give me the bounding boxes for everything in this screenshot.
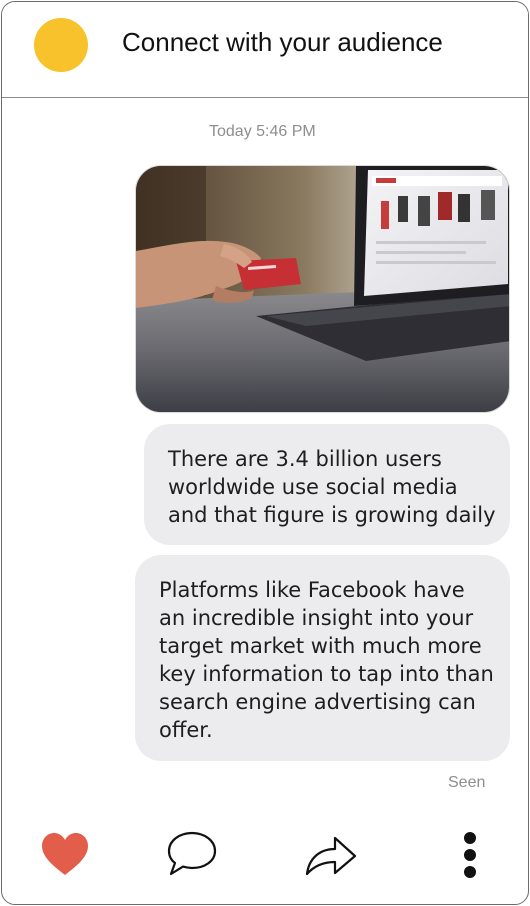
message-line: target market with much more bbox=[159, 634, 482, 658]
message-bubble[interactable]: There are 3.4 billion users worldwide us… bbox=[144, 424, 510, 545]
heart-icon bbox=[42, 833, 88, 875]
header: Connect with your audience bbox=[2, 2, 528, 98]
vertical-ellipsis-icon bbox=[464, 832, 476, 878]
message-line: and that figure is growing daily bbox=[168, 503, 496, 527]
message-bubble[interactable]: Platforms like Facebook have an incredib… bbox=[135, 555, 510, 761]
comment-button[interactable] bbox=[164, 828, 220, 880]
message-line: Platforms like Facebook have bbox=[159, 578, 465, 602]
message-line: key information to tap into than bbox=[159, 662, 494, 686]
message-line: There are 3.4 billion users bbox=[168, 447, 442, 471]
message-timestamp: Today 5:46 PM bbox=[209, 123, 316, 140]
message-line: worldwide use social media bbox=[168, 475, 458, 499]
message-line: offer. bbox=[159, 718, 213, 742]
credit-card-laptop-photo bbox=[136, 166, 509, 412]
image-message[interactable] bbox=[135, 165, 510, 413]
post-card: Connect with your audience Today 5:46 PM bbox=[1, 1, 529, 905]
message-line: an incredible insight into your bbox=[159, 606, 474, 630]
seen-status: Seen bbox=[448, 774, 486, 791]
page-title: Connect with your audience bbox=[122, 27, 443, 57]
like-button[interactable] bbox=[38, 828, 92, 880]
more-options-button[interactable] bbox=[452, 828, 488, 882]
speech-bubble-icon bbox=[167, 831, 217, 876]
share-arrow-icon bbox=[305, 836, 357, 876]
avatar[interactable] bbox=[34, 18, 88, 72]
message-line: search engine advertising can bbox=[159, 690, 476, 714]
share-button[interactable] bbox=[302, 828, 360, 880]
